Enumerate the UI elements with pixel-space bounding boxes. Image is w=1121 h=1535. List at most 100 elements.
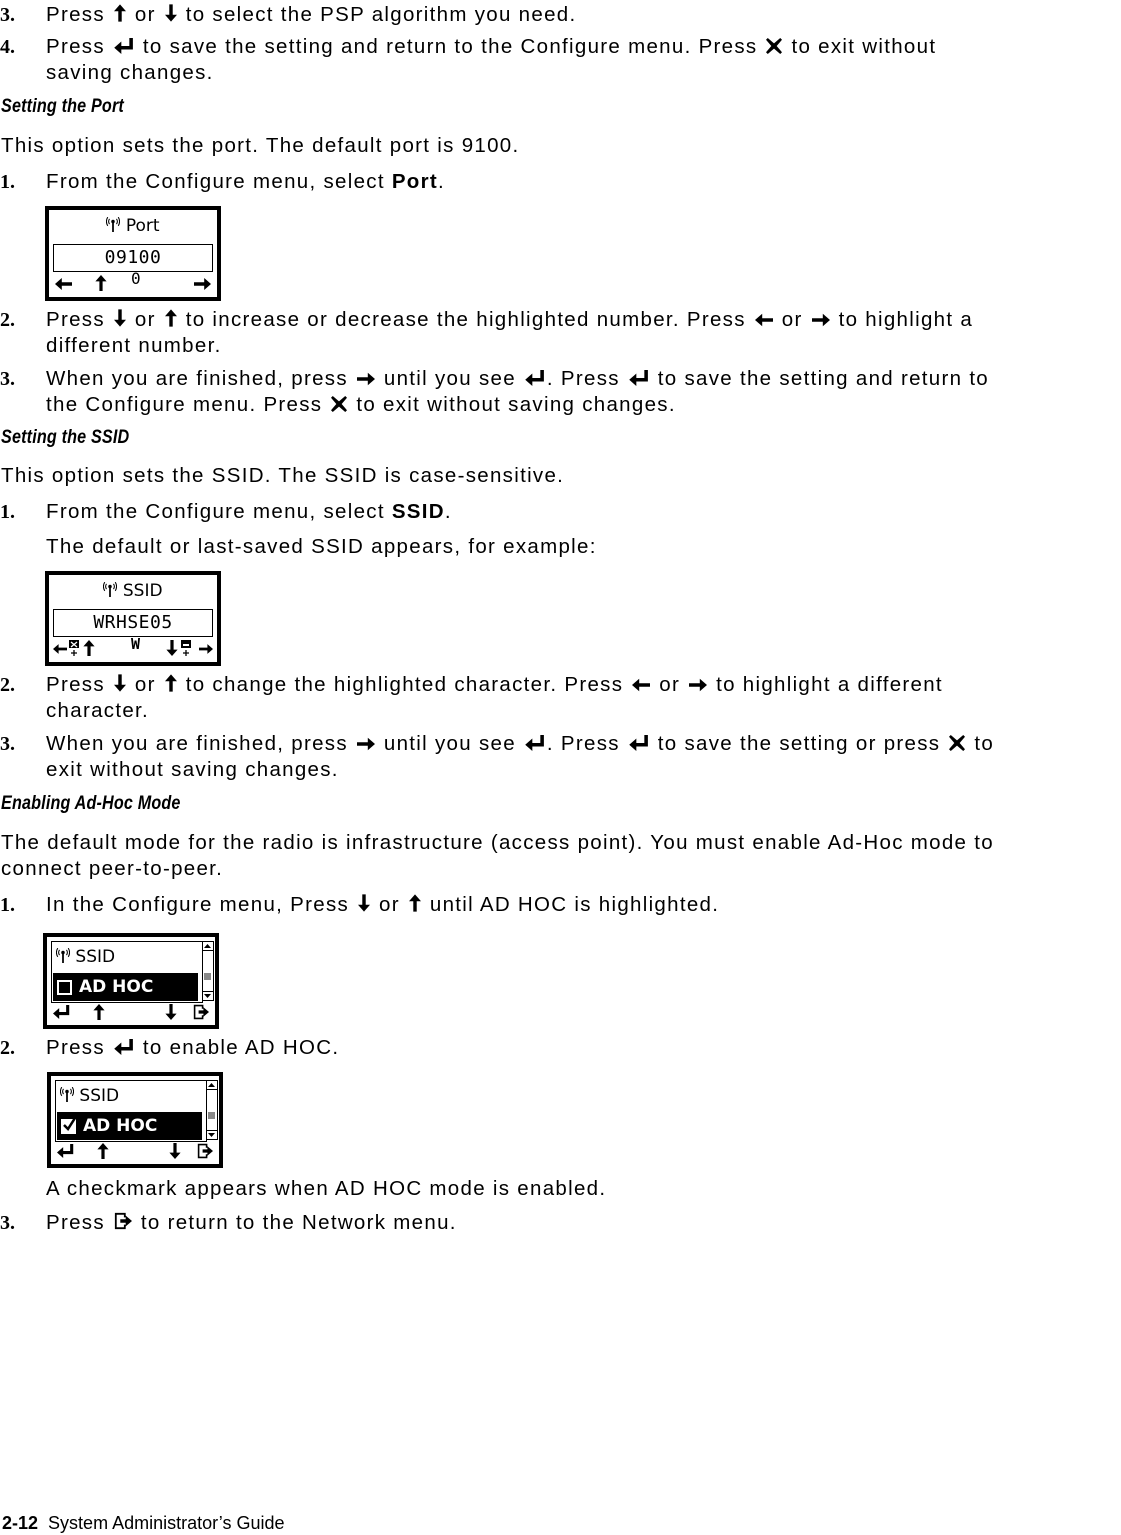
menu-item-label: SSID (75, 947, 116, 967)
step-note: A checkmark appears when AD HOC mode is … (46, 1177, 607, 1200)
left-arrow-softkey[interactable] (53, 643, 67, 655)
enter-icon (629, 735, 649, 751)
step-text: When you are finished, press until you s… (46, 732, 995, 755)
insert-char-icon (181, 640, 191, 656)
step-number: 2. (0, 1037, 15, 1059)
up-arrow-softkey[interactable] (95, 275, 107, 291)
up-arrow-softkey[interactable] (93, 1004, 105, 1020)
exit-softkey[interactable] (193, 1004, 209, 1020)
step-text: Press or to increase or decrease the hig… (46, 308, 974, 331)
char-softkey[interactable]: W (131, 632, 140, 656)
scrollbar-graphics (206, 1083, 217, 1137)
ssid-intro: This option sets the SSID. The SSID is c… (1, 464, 565, 487)
text: to save the setting and return to the Co… (142, 35, 758, 58)
lcd-title: SSID (49, 581, 217, 601)
left-arrow-softkey[interactable] (55, 278, 72, 290)
section-heading-adhoc: Enabling Ad-Hoc Mode (1, 793, 181, 814)
enter-softkey[interactable] (57, 1144, 74, 1158)
up-arrow-softkey[interactable] (97, 1143, 109, 1159)
antenna-icon (60, 1087, 74, 1103)
softkey-bar: 0 (51, 269, 215, 295)
text: . (438, 170, 446, 193)
step-number: 2. (0, 309, 15, 331)
right-arrow-icon (689, 678, 707, 692)
page-number: 2-12 (2, 1513, 39, 1533)
checkmark-icon (63, 1117, 76, 1131)
menu-item-label: SSID (79, 1086, 120, 1106)
antenna-icon (56, 948, 70, 964)
text: From the Configure menu, select (46, 170, 392, 193)
step-text: Press or to select the PSP algorithm you… (46, 3, 576, 27)
adhoc-intro: The default mode for the radio is infras… (1, 831, 994, 854)
step-text: Press or to change the highlighted chara… (46, 673, 943, 696)
lcd-port-screen: Port 09100 0 (45, 206, 221, 301)
text: From the Configure menu, select (46, 500, 392, 523)
lcd-adhoc-checked: SSID AD HOC (47, 1072, 223, 1168)
down-arrow-icon (165, 4, 177, 22)
menu-item-name: SSID (391, 500, 445, 523)
enter-icon (629, 370, 649, 386)
down-arrow-softkey[interactable] (166, 640, 178, 656)
step-text-cont: exit without saving changes. (46, 758, 339, 781)
step-number: 1. (0, 501, 15, 523)
up-arrow-softkey[interactable] (83, 640, 95, 656)
text: to exit without (791, 35, 937, 58)
checkbox-unchecked[interactable] (57, 980, 72, 995)
text: Press (46, 35, 105, 58)
down-arrow-softkey[interactable] (165, 1004, 177, 1020)
step-text: Press to return to the Network menu. (46, 1211, 457, 1234)
right-arrow-softkey[interactable] (199, 643, 213, 655)
guide-title: System Administrator’s Guide (48, 1513, 285, 1533)
scrollbar[interactable] (206, 1080, 218, 1140)
step-text: Press to enable AD HOC. (46, 1036, 340, 1059)
menu-item-ssid[interactable]: SSID (56, 946, 115, 968)
softkey-bar (53, 1136, 217, 1162)
close-x-icon (949, 735, 965, 751)
exit-softkey[interactable] (197, 1143, 213, 1159)
up-arrow-icon (165, 674, 177, 692)
close-x-icon (331, 396, 347, 412)
step-text: Press to save the setting and return to … (46, 35, 936, 59)
delete-char-softkey[interactable] (68, 639, 80, 657)
enter-icon (525, 370, 545, 386)
adhoc-intro-cont: connect peer-to-peer. (1, 857, 224, 880)
right-arrow-icon (357, 737, 375, 751)
softkey-bar (49, 997, 213, 1023)
section-heading-ssid: Setting the SSID (1, 427, 130, 448)
close-x-icon (766, 38, 782, 54)
lcd-title-text: Port (125, 216, 160, 236)
step-text: From the Configure menu, select SSID. (46, 500, 452, 524)
port-intro: This option sets the port. The default p… (1, 134, 520, 157)
page-footer: 2-12 System Administrator’s Guide (2, 1511, 284, 1535)
menu-item-ssid[interactable]: SSID (60, 1085, 119, 1107)
down-arrow-icon (114, 674, 126, 692)
softkey-bar: W (51, 634, 215, 660)
step-number: 3. (0, 733, 15, 755)
step-text-cont: different number. (46, 334, 222, 357)
down-arrow-icon (114, 309, 126, 327)
scrollbar[interactable] (202, 941, 214, 1001)
lcd-ssid-screen: SSID WRHSE05 W (45, 571, 221, 666)
lcd-title-text: SSID (122, 581, 163, 601)
down-arrow-softkey[interactable] (169, 1143, 181, 1159)
step-number: 2. (0, 674, 15, 696)
step-note: The default or last-saved SSID appears, … (46, 535, 597, 558)
enter-softkey[interactable] (53, 1005, 70, 1019)
antenna-icon (103, 582, 117, 598)
text: or (134, 3, 156, 26)
exit-icon (114, 1212, 132, 1230)
enter-icon (114, 1039, 134, 1055)
right-arrow-softkey[interactable] (194, 278, 211, 290)
step-text-cont: character. (46, 699, 150, 722)
section-heading-port: Setting the Port (1, 96, 124, 117)
menu-item-name: Port (391, 170, 439, 193)
step-number: 1. (0, 894, 15, 916)
step-text: From the Configure menu, select Port. (46, 170, 445, 194)
step-text-cont: the Configure menu. Press to exit withou… (46, 393, 676, 416)
digit-softkey[interactable]: 0 (131, 267, 141, 291)
step-text: In the Configure menu, Press or until AD… (46, 893, 720, 916)
checkbox-checked[interactable] (61, 1117, 76, 1134)
insert-char-softkey[interactable] (180, 639, 192, 657)
step-number: 3. (0, 368, 15, 390)
scrollbar-graphics (202, 944, 213, 998)
